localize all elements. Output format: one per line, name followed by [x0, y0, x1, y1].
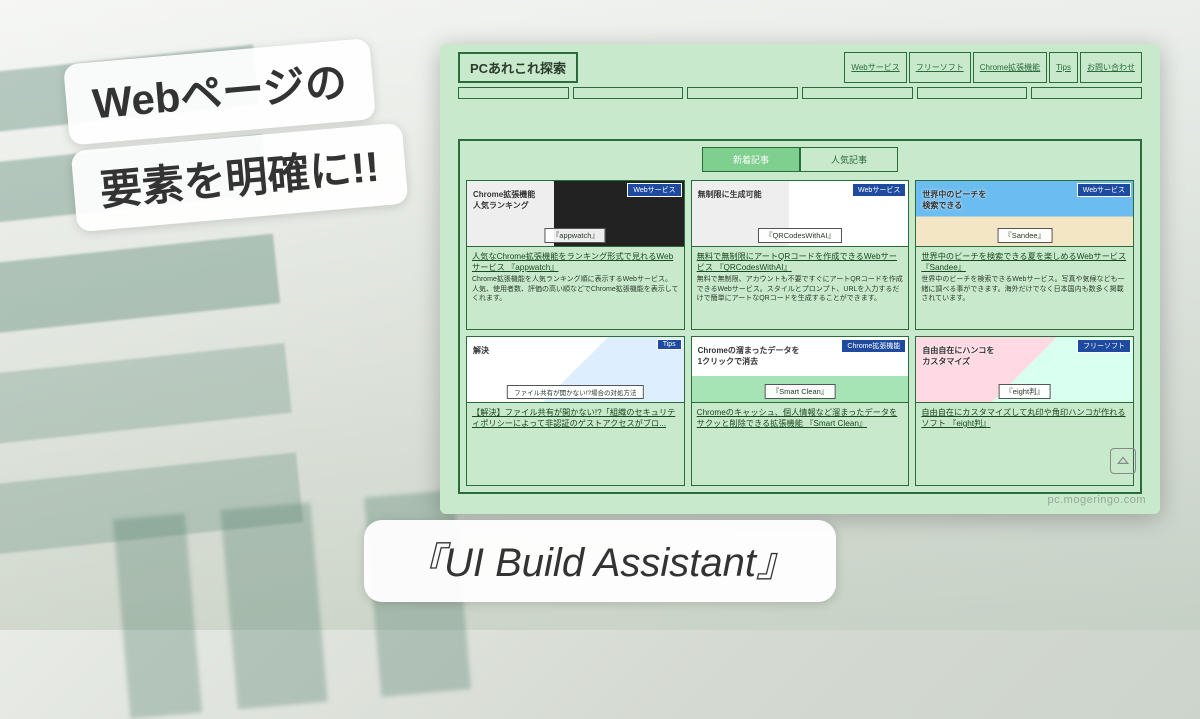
thumb-label: 『Sandee』 — [997, 228, 1052, 243]
thumb-label: 『QRCodesWithAI』 — [758, 228, 842, 243]
scroll-top-icon[interactable] — [1110, 448, 1136, 474]
site-nav: Webサービス フリーソフト Chrome拡張機能 Tips お問い合わせ — [844, 52, 1142, 83]
thumb-caption: 世界中のビーチを 検索できる — [922, 189, 986, 211]
card-title: 無料で無制限にアートQRコードを作成できるWebサービス 『QRCodesWit… — [692, 247, 909, 275]
header-row-boxes — [458, 87, 1142, 99]
nav-item-freesoft[interactable]: フリーソフト — [909, 52, 971, 83]
card-thumbnail: 無制限に生成可能 Webサービス 『QRCodesWithAI』 — [692, 181, 909, 247]
thumb-label: 『eight判』 — [998, 384, 1051, 399]
article-tabs: 新着記事 人気記事 — [466, 147, 1134, 172]
article-card[interactable]: Chrome拡張機能 人気ランキング Webサービス 『appwatch』 人気… — [466, 180, 685, 330]
thumb-caption: 解決 — [473, 345, 489, 356]
tab-new-articles[interactable]: 新着記事 — [702, 147, 800, 172]
site-title[interactable]: PCあれこれ探索 — [458, 52, 578, 83]
thumb-caption: Chromeの溜まったデータを 1クリックで消去 — [698, 345, 800, 367]
nav-item-webservice[interactable]: Webサービス — [844, 52, 906, 83]
thumb-caption: 自由自在にハンコを カスタマイズ — [922, 345, 994, 367]
site-content: PCあれこれ探索 Webサービス フリーソフト Chrome拡張機能 Tips … — [458, 52, 1142, 494]
watermark: pc.mogeringo.com — [1048, 494, 1147, 506]
card-title: Chromeのキャッシュ、個人情報など溜まったデータをサクッと削除できる拡張機能… — [692, 403, 909, 431]
thumb-label: 『Smart Clean』 — [765, 384, 836, 399]
card-title: 人気なChrome拡張機能をランキング形式で見れるWebサービス 『appwat… — [467, 247, 684, 275]
site-header: PCあれこれ探索 Webサービス フリーソフト Chrome拡張機能 Tips … — [458, 52, 1142, 83]
category-tag: Tips — [657, 339, 682, 350]
card-title: 自由自在にカスタマイズして丸印や角印ハンコが作れるソフト 『eight判』 — [916, 403, 1133, 431]
screenshot-window: PCあれこれ探索 Webサービス フリーソフト Chrome拡張機能 Tips … — [440, 44, 1160, 514]
article-card[interactable]: 自由自在にハンコを カスタマイズ フリーソフト 『eight判』 自由自在にカス… — [915, 336, 1134, 486]
nav-item-chrome-ext[interactable]: Chrome拡張機能 — [973, 52, 1047, 83]
article-grid: Chrome拡張機能 人気ランキング Webサービス 『appwatch』 人気… — [466, 180, 1134, 486]
product-name-bubble: 『UI Build Assistant』 — [364, 520, 836, 602]
card-thumbnail: Chromeの溜まったデータを 1クリックで消去 Chrome拡張機能 『Sma… — [692, 337, 909, 403]
category-tag: Webサービス — [1077, 183, 1131, 197]
card-thumbnail: 自由自在にハンコを カスタマイズ フリーソフト 『eight判』 — [916, 337, 1133, 403]
main-content-box: 新着記事 人気記事 Chrome拡張機能 人気ランキング Webサービス 『ap… — [458, 139, 1142, 494]
thumb-label: 『appwatch』 — [545, 228, 606, 243]
tab-popular-articles[interactable]: 人気記事 — [800, 147, 898, 172]
category-tag: Webサービス — [852, 183, 906, 197]
card-description: Chrome拡張機能を人気ランキング順に表示するWebサービス。人気、使用者数、… — [467, 275, 684, 307]
nav-item-tips[interactable]: Tips — [1049, 52, 1078, 83]
card-description: 無料で無制限、アカウントも不要ですぐにアートQRコードを作成できるWebサービス… — [692, 275, 909, 307]
category-tag: Webサービス — [627, 183, 681, 197]
article-card[interactable]: 無制限に生成可能 Webサービス 『QRCodesWithAI』 無料で無制限に… — [691, 180, 910, 330]
card-title: 世界中のビーチを検索できる夏を楽しめるWebサービス 『Sandee』 — [916, 247, 1133, 275]
card-thumbnail: Chrome拡張機能 人気ランキング Webサービス 『appwatch』 — [467, 181, 684, 247]
thumb-label: ファイル共有が開かない!?場合の対処方法 — [507, 385, 643, 399]
card-thumbnail: 解決 Tips ファイル共有が開かない!?場合の対処方法 — [467, 337, 684, 403]
article-card[interactable]: Chromeの溜まったデータを 1クリックで消去 Chrome拡張機能 『Sma… — [691, 336, 910, 486]
card-thumbnail: 世界中のビーチを 検索できる Webサービス 『Sandee』 — [916, 181, 1133, 247]
thumb-caption: Chrome拡張機能 人気ランキング — [473, 189, 535, 211]
category-tag: Chrome拡張機能 — [841, 339, 906, 353]
category-tag: フリーソフト — [1077, 339, 1131, 353]
article-card[interactable]: 世界中のビーチを 検索できる Webサービス 『Sandee』 世界中のビーチを… — [915, 180, 1134, 330]
card-title: 【解決】ファイル共有が開かない!?「組織のセキュリティポリシーによって非認証のゲ… — [467, 403, 684, 431]
nav-item-contact[interactable]: お問い合わせ — [1080, 52, 1142, 83]
article-card[interactable]: 解決 Tips ファイル共有が開かない!?場合の対処方法 【解決】ファイル共有が… — [466, 336, 685, 486]
card-description: 世界中のビーチを検索できるWebサービス。写真や気候なども一緒に調べる事ができま… — [916, 275, 1133, 307]
headline: Webページの 要素を明確に!! — [63, 36, 409, 238]
thumb-caption: 無制限に生成可能 — [698, 189, 762, 200]
